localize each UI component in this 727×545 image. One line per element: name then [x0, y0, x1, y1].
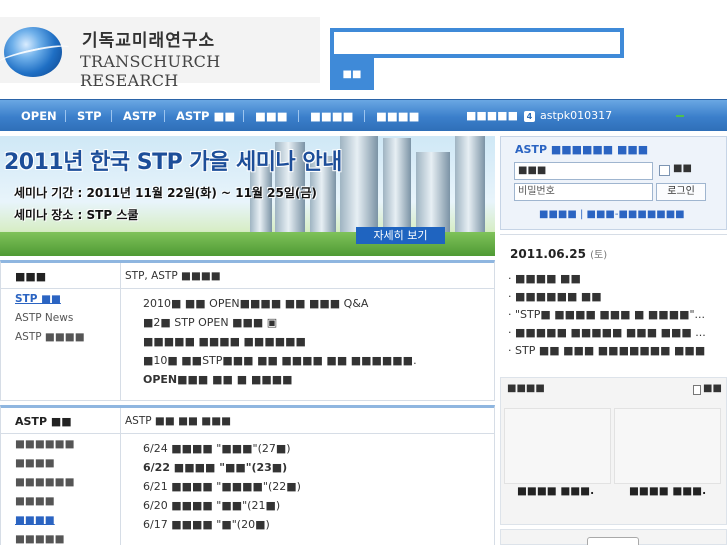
gallery-caption[interactable]: ■■■■ ■■■.	[517, 485, 594, 497]
search-button[interactable]: ■■	[330, 58, 374, 90]
list-item[interactable]: 6/21 ■■■■ "■■■■"(22■)	[143, 480, 301, 499]
bottom-panel-button[interactable]	[587, 537, 639, 545]
stp-post-list: 2010■ ■■ OPEN■■■■ ■■ ■■■ Q&A ■2■ STP OPE…	[143, 297, 417, 392]
nav-item-4[interactable]: ■■■	[255, 100, 288, 132]
notice-item[interactable]: · ■■■■■ ■■■■■ ■■■ ■■■ ...	[508, 326, 706, 344]
astp-section: ASTP ■■ ASTP ■■ ■■ ■■■ ■■■■■■ ■■■■ ■■■■■…	[0, 405, 495, 545]
astp-section-title: ASTP ■■	[15, 415, 72, 428]
building-graphic	[416, 152, 450, 234]
notice-item[interactable]: · ■■■■■■ ■■	[508, 290, 706, 308]
list-item[interactable]: 6/24 ■■■■ "■■■"(27■)	[143, 442, 301, 461]
notice-item[interactable]: · "STP■ ■■■■ ■■■ ■ ■■■■"...	[508, 308, 706, 326]
list-item[interactable]: 6/20 ■■■■ "■■"(21■)	[143, 499, 301, 518]
user-status: ■■■■■ 4 astpk010317	[466, 100, 612, 132]
banner-more-button[interactable]: 자세히 보기	[356, 227, 445, 244]
side-item[interactable]: ■■■■	[15, 495, 75, 514]
astp-side-menu: ■■■■■■ ■■■■ ■■■■■■ ■■■■ ■■■■ ■■■■■	[15, 438, 75, 545]
list-item[interactable]: ■■■■■ ■■■■ ■■■■■■	[143, 335, 417, 354]
stp-section-title: ■■■	[15, 270, 47, 283]
user-status-label: ■■■■■	[466, 109, 518, 122]
list-item[interactable]: 2010■ ■■ OPEN■■■■ ■■ ■■■ Q&A	[143, 297, 417, 316]
user-id-field[interactable]: ■■■	[514, 162, 653, 180]
gallery-caption[interactable]: ■■■■ ■■■.	[629, 485, 706, 497]
banner-period: 세미나 기간 : 2011년 11월 22일(화) ~ 11월 25일(금)	[14, 186, 317, 200]
banner-title: 2011년 한국 STP 가을 세미나 안내	[4, 150, 342, 175]
seminar-banner[interactable]: 2011년 한국 STP 가을 세미나 안내 세미나 기간 : 2011년 11…	[0, 136, 495, 256]
building-graphic	[340, 136, 378, 234]
remember-checkbox[interactable]	[659, 165, 670, 176]
nav-divider	[364, 110, 365, 122]
nav-divider	[298, 110, 299, 122]
nav-item-astp[interactable]: ASTP	[123, 100, 156, 132]
gallery-thumbnail[interactable]	[504, 408, 611, 484]
password-field[interactable]: 비밀번호	[514, 183, 653, 201]
notice-item[interactable]: · STP ■■ ■■■ ■■■■■■■ ■■■	[508, 344, 706, 362]
stp-section: ■■■ STP, ASTP ■■■■ STP ■■ ASTP News ASTP…	[0, 260, 495, 401]
list-item[interactable]: 6/22 ■■■■ "■■"(23■)	[143, 461, 301, 480]
side-item[interactable]: ■■■■■■	[15, 476, 75, 495]
minimize-icon[interactable]	[676, 115, 684, 117]
logo-korean-text: 기독교미래연구소	[82, 31, 216, 51]
globe-logo-icon	[4, 27, 62, 77]
nav-item-6[interactable]: ■■■■	[376, 100, 419, 132]
list-item[interactable]: OPEN■■■ ■■ ■ ■■■■	[143, 373, 417, 392]
list-item[interactable]: ■2■ STP OPEN ■■■ ▣	[143, 316, 417, 335]
document-icon[interactable]	[693, 385, 701, 395]
logo-english-text: TRANSCHURCH RESEARCH	[80, 52, 221, 90]
side-item-astp[interactable]: ASTP ■■■■	[15, 331, 85, 350]
login-help-links[interactable]: ■■■■ | ■■■-■■■■■■■	[539, 209, 685, 220]
search-input[interactable]	[330, 28, 624, 58]
list-item[interactable]: ■10■ ■■STP■■■ ■■ ■■■■ ■■ ■■■■■■.	[143, 354, 417, 373]
side-item[interactable]: ■■■■■	[15, 533, 75, 545]
notice-date-value: 2011.06.25	[510, 247, 586, 261]
nav-item-astp-sub[interactable]: ASTP ■■	[176, 100, 235, 132]
astp-section-subtitle[interactable]: ASTP ■■ ■■ ■■■	[125, 415, 231, 427]
nav-item-open[interactable]: OPEN	[21, 100, 57, 132]
building-graphic	[383, 138, 411, 234]
gallery-title: ■■■■	[507, 383, 545, 394]
stp-side-menu: STP ■■ ASTP News ASTP ■■■■	[15, 293, 85, 350]
notice-item[interactable]: · ■■■■ ■■	[508, 272, 706, 290]
login-title: ASTP ■■■■■■ ■■■	[515, 143, 649, 156]
stp-section-header: ■■■ STP, ASTP ■■■■	[1, 263, 494, 289]
nav-divider	[65, 110, 66, 122]
nav-divider	[111, 110, 112, 122]
astp-post-list: 6/24 ■■■■ "■■■"(27■) 6/22 ■■■■ "■■"(23■)…	[143, 442, 301, 537]
gallery-panel: ■■■■ ■■ ■■■■ ■■■. ■■■■ ■■■.	[500, 377, 727, 525]
notice-panel: 2011.06.25 (토) · ■■■■ ■■ · ■■■■■■ ■■ · "…	[500, 234, 727, 372]
stp-section-subtitle[interactable]: STP, ASTP ■■■■	[125, 270, 221, 282]
site-logo[interactable]: 기독교미래연구소 TRANSCHURCH RESEARCH	[0, 17, 320, 90]
side-item[interactable]: ■■■■■■	[15, 438, 75, 457]
login-button[interactable]: 로그인	[656, 183, 706, 201]
login-panel: ASTP ■■■■■■ ■■■ ■■■ 비밀번호 로그인 ■■■■ | ■■■-…	[500, 136, 727, 230]
banner-location: 세미나 장소 : STP 스쿨	[14, 208, 139, 222]
notice-list: · ■■■■ ■■ · ■■■■■■ ■■ · "STP■ ■■■■ ■■■ ■…	[508, 272, 706, 362]
side-item[interactable]: ■■■■	[15, 457, 75, 476]
bottom-panel	[500, 529, 727, 545]
side-item-active[interactable]: ■■■■	[15, 514, 75, 533]
notice-day-of-week: (토)	[590, 250, 608, 261]
message-count-badge[interactable]: 4	[523, 111, 535, 122]
building-graphic	[455, 136, 485, 234]
nav-divider	[164, 110, 165, 122]
username[interactable]: astpk010317	[540, 109, 612, 122]
gallery-thumbnail[interactable]	[614, 408, 721, 484]
notice-date: 2011.06.25 (토)	[510, 246, 607, 261]
list-item[interactable]: 6/17 ■■■■ "■"(20■)	[143, 518, 301, 537]
more-link[interactable]: ■■	[703, 383, 722, 394]
main-navigation: OPEN STP ASTP ASTP ■■ ■■■ ■■■■ ■■■■ ■■■■…	[0, 99, 727, 131]
side-item-astp-news[interactable]: ASTP News	[15, 312, 85, 331]
nav-item-stp[interactable]: STP	[77, 100, 102, 132]
remember-label: ■■	[673, 163, 692, 174]
nav-item-5[interactable]: ■■■■	[310, 100, 353, 132]
astp-section-header: ASTP ■■ ASTP ■■ ■■ ■■■	[1, 408, 494, 434]
side-item-stp[interactable]: STP ■■	[15, 293, 85, 312]
nav-divider	[243, 110, 244, 122]
